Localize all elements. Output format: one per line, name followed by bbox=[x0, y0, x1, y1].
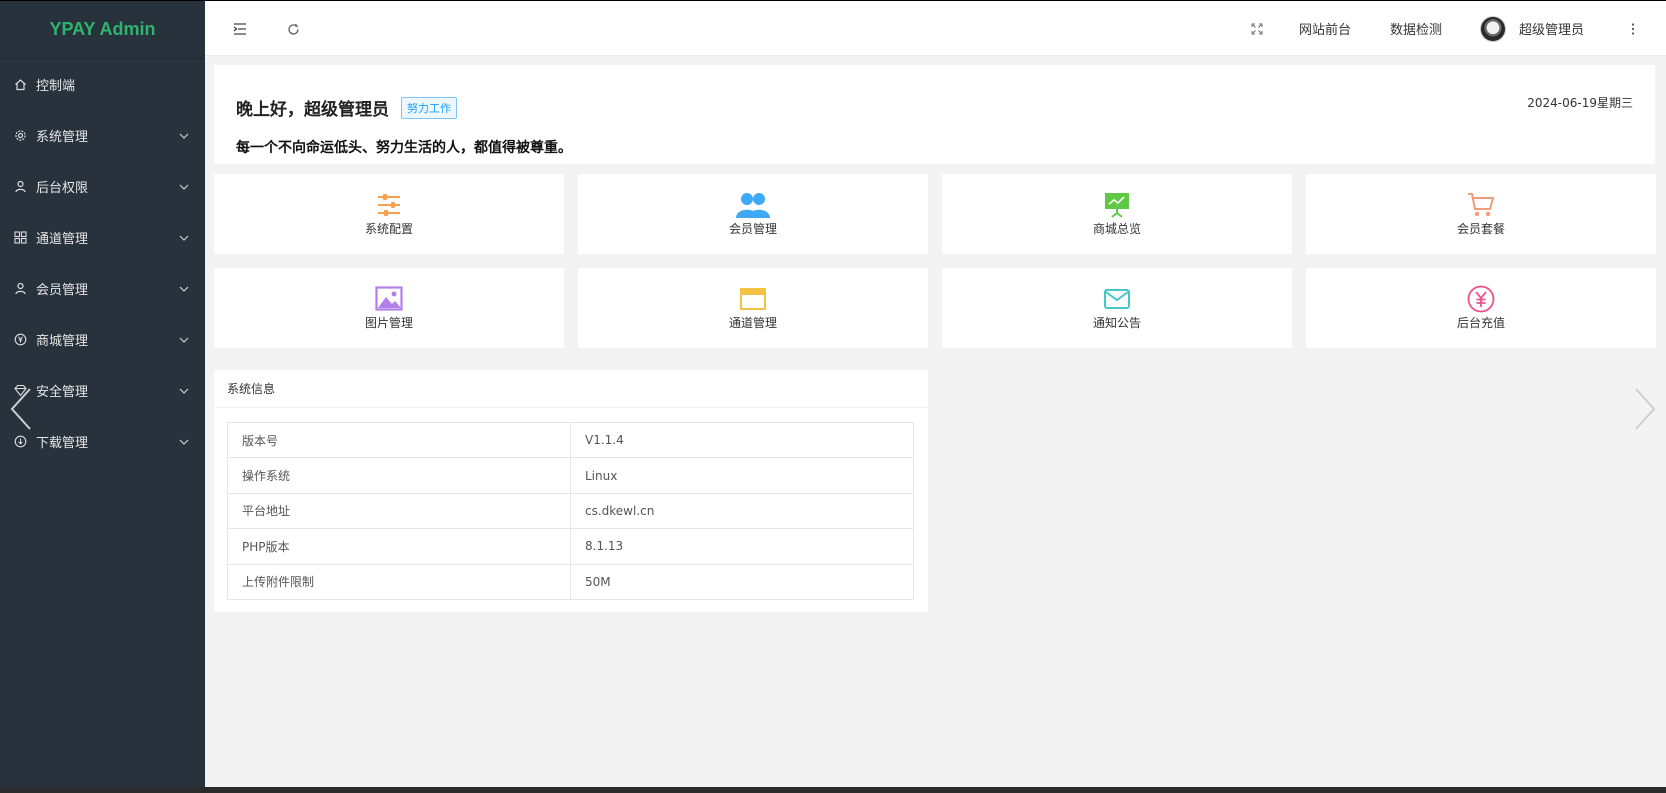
sidebar-item-label: 控制端 bbox=[36, 79, 76, 94]
row-key: 上传附件限制 bbox=[227, 563, 571, 600]
chevron-down-icon bbox=[179, 386, 189, 396]
shortcut-image-manage[interactable]: 图片管理 bbox=[214, 268, 564, 348]
yen-circle-icon bbox=[1467, 285, 1495, 313]
table-row: PHP版本 8.1.13 bbox=[227, 528, 914, 565]
sidebar-item-label: 商城管理 bbox=[36, 334, 89, 349]
gear-icon bbox=[14, 129, 27, 142]
row-key: 操作系统 bbox=[227, 457, 571, 494]
shortcut-channel-manage[interactable]: 通道管理 bbox=[578, 268, 928, 348]
menu-fold-icon[interactable] bbox=[232, 19, 248, 39]
chevron-down-icon bbox=[179, 437, 189, 447]
window-icon bbox=[740, 288, 766, 310]
top-header: 网站前台 数据检测 超级管理员 bbox=[205, 1, 1666, 56]
motto-text: 每一个不向命运低头、努力生活的人，都值得被尊重。 bbox=[236, 140, 572, 156]
sidebar-item-label: 会员管理 bbox=[36, 283, 89, 298]
sidebar-item-mall[interactable]: 商城管理 bbox=[0, 314, 205, 365]
avatar bbox=[1480, 15, 1506, 42]
shortcut-label: 后台充值 bbox=[1456, 316, 1505, 330]
user-icon bbox=[14, 180, 27, 193]
chevron-down-icon bbox=[179, 284, 189, 294]
user-icon bbox=[14, 282, 27, 295]
sidebar-item-label: 后台权限 bbox=[36, 181, 89, 196]
panel-title: 系统信息 bbox=[214, 370, 928, 408]
next-arrow-icon[interactable] bbox=[1632, 386, 1658, 432]
shortcut-mall-overview[interactable]: 商城总览 bbox=[942, 174, 1292, 254]
mail-icon bbox=[1104, 289, 1130, 309]
chevron-down-icon bbox=[179, 335, 189, 345]
sidebar-item-members[interactable]: 会员管理 bbox=[0, 263, 205, 314]
row-value: 8.1.13 bbox=[570, 528, 914, 565]
bottom-edge bbox=[0, 787, 1666, 793]
yen-circle-icon bbox=[14, 333, 27, 346]
status-badge: 努力工作 bbox=[401, 96, 457, 119]
system-info-table: 版本号 V1.1.4 操作系统 Linux 平台地址 cs.dkewl.cn P… bbox=[227, 421, 914, 600]
chevron-down-icon bbox=[179, 233, 189, 243]
row-key: 平台地址 bbox=[227, 492, 571, 530]
row-key: PHP版本 bbox=[227, 528, 571, 565]
sidebar-item-dashboard[interactable]: 控制端 bbox=[0, 59, 205, 110]
apps-icon bbox=[14, 231, 27, 244]
fullscreen-icon[interactable] bbox=[1249, 19, 1265, 39]
more-vertical-icon[interactable] bbox=[1627, 19, 1639, 39]
shortcut-label: 会员套餐 bbox=[1456, 222, 1505, 236]
row-value: V1.1.4 bbox=[570, 421, 914, 459]
data-check-link[interactable]: 数据检测 bbox=[1390, 1, 1442, 56]
users-icon bbox=[736, 193, 770, 218]
image-icon bbox=[375, 286, 403, 311]
sidebar-item-label: 系统管理 bbox=[36, 130, 89, 145]
current-date: 2024-06-19星期三 bbox=[1527, 96, 1633, 110]
chevron-down-icon bbox=[179, 182, 189, 192]
shortcut-system-config[interactable]: 系统配置 bbox=[214, 174, 564, 254]
user-menu[interactable]: 超级管理员 bbox=[1480, 1, 1584, 56]
cart-icon bbox=[1468, 193, 1495, 217]
greeting: 晚上好，超级管理员 努力工作 bbox=[236, 95, 457, 120]
row-key: 版本号 bbox=[227, 421, 571, 459]
sliders-icon bbox=[378, 194, 400, 216]
presentation-icon bbox=[1105, 193, 1129, 218]
system-info-panel: 系统信息 版本号 V1.1.4 操作系统 Linux 平台地址 cs.dkewl… bbox=[214, 370, 928, 612]
shortcut-member-manage[interactable]: 会员管理 bbox=[578, 174, 928, 254]
download-circle-icon bbox=[14, 435, 27, 448]
frontend-link[interactable]: 网站前台 bbox=[1299, 1, 1351, 56]
shortcut-recharge[interactable]: 后台充值 bbox=[1306, 268, 1656, 348]
app-logo[interactable]: YPAY Admin bbox=[0, 1, 205, 59]
sidebar-item-admin-permission[interactable]: 后台权限 bbox=[0, 161, 205, 212]
shortcut-label: 图片管理 bbox=[364, 316, 413, 330]
sidebar-item-label: 安全管理 bbox=[36, 385, 89, 400]
table-row: 版本号 V1.1.4 bbox=[227, 421, 914, 459]
table-row: 操作系统 Linux bbox=[227, 457, 914, 494]
app-window: YPAY Admin 控制端 系统管理 后台权限 通道管理 会员管理 商城管理 … bbox=[0, 0, 1666, 788]
home-icon bbox=[14, 78, 27, 91]
main-content: 晚上好，超级管理员 努力工作 2024-06-19星期三 每一个不向命运低头、努… bbox=[205, 57, 1666, 788]
row-value: cs.dkewl.cn bbox=[570, 492, 914, 530]
shortcut-member-plan[interactable]: 会员套餐 bbox=[1306, 174, 1656, 254]
shortcut-label: 通道管理 bbox=[728, 316, 777, 330]
chevron-down-icon bbox=[179, 131, 189, 141]
table-row: 上传附件限制 50M bbox=[227, 563, 914, 600]
table-row: 平台地址 cs.dkewl.cn bbox=[227, 492, 914, 530]
shortcut-notice[interactable]: 通知公告 bbox=[942, 268, 1292, 348]
sidebar-item-channel[interactable]: 通道管理 bbox=[0, 212, 205, 263]
welcome-panel: 晚上好，超级管理员 努力工作 2024-06-19星期三 每一个不向命运低头、努… bbox=[214, 65, 1655, 164]
sidebar-item-label: 通道管理 bbox=[36, 232, 89, 247]
refresh-icon[interactable] bbox=[285, 19, 301, 39]
shortcut-label: 会员管理 bbox=[728, 222, 777, 236]
shortcut-label: 系统配置 bbox=[364, 222, 413, 236]
prev-arrow-icon[interactable] bbox=[8, 386, 34, 432]
shortcut-label: 商城总览 bbox=[1092, 222, 1141, 236]
sidebar-item-system[interactable]: 系统管理 bbox=[0, 110, 205, 161]
greeting-text: 晚上好，超级管理员 bbox=[236, 100, 389, 120]
row-value: Linux bbox=[570, 457, 914, 494]
row-value: 50M bbox=[570, 563, 914, 600]
sidebar-item-label: 下载管理 bbox=[36, 436, 89, 451]
shortcut-label: 通知公告 bbox=[1092, 316, 1141, 330]
user-name: 超级管理员 bbox=[1519, 23, 1585, 38]
